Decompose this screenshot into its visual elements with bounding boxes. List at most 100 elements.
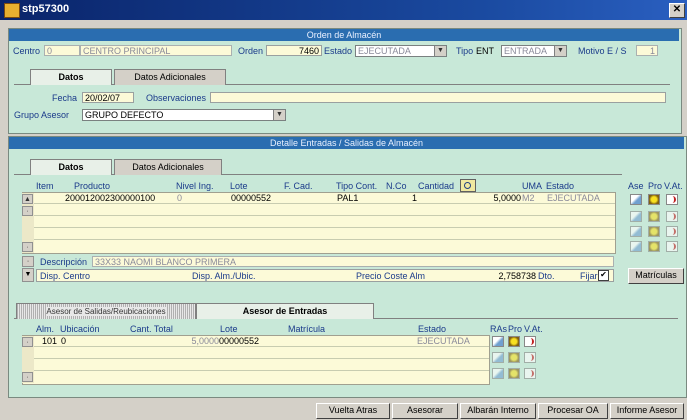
col-ubicacion: Ubicación (60, 324, 100, 334)
centro-name-field[interactable]: CENTRO PRINCIPAL (80, 45, 232, 56)
motivo-field[interactable]: 1 (636, 45, 658, 56)
cell-lote: 00000552 (231, 193, 272, 203)
cell-alm: 101 (41, 336, 57, 346)
chevron-down-icon[interactable]: ▼ (273, 110, 285, 120)
close-button[interactable]: ✕ (669, 3, 685, 18)
row-selector-current[interactable]: ▼ (22, 268, 34, 282)
centro-code-field[interactable]: 0 (44, 45, 80, 56)
col-estado: Estado (546, 181, 575, 191)
tab-orden-datos[interactable]: Datos (30, 69, 112, 85)
process-gear-icon[interactable] (648, 226, 660, 237)
process-gear-icon[interactable] (648, 211, 660, 222)
matriculas-button[interactable]: Matrículas (628, 268, 684, 284)
col-uma: UMA (522, 181, 542, 191)
tab-asesor-salidas[interactable]: Asesor de Salidas/Reubicaciones (16, 303, 196, 319)
row-selector[interactable]: · (22, 242, 33, 252)
row-selector[interactable]: · (22, 206, 33, 216)
undo-arrow-icon[interactable] (524, 336, 536, 347)
fijar-checkbox[interactable]: ✔ (598, 270, 609, 281)
row-selector[interactable]: · (22, 256, 34, 267)
process-gear-icon[interactable] (648, 194, 660, 205)
asesor-icon[interactable] (630, 194, 642, 205)
asesor-icon[interactable] (630, 241, 642, 252)
tipo-code: ENT (476, 46, 494, 56)
process-gear-icon[interactable] (508, 336, 520, 347)
detalle-grid: 20 0012002300000100 0 00000552 PAL1 1 5,… (22, 192, 616, 254)
cell-ubicacion: 0 (61, 336, 67, 346)
col-ase: Ase (628, 181, 644, 191)
chevron-down-icon[interactable]: ▼ (434, 46, 446, 56)
vuelta-atras-button[interactable]: Vuelta Atras (316, 403, 390, 419)
col-lote: Lote (230, 181, 248, 191)
tab-detalle-datos-adicionales[interactable]: Datos Adicionales (114, 159, 222, 175)
row-selector[interactable]: · (22, 337, 33, 347)
tab-asesor-entradas[interactable]: Asesor de Entradas (196, 303, 374, 319)
table-row[interactable] (23, 241, 615, 252)
cell-cant-total: 5,0000 (191, 336, 219, 346)
grupo-asesor-label: Grupo Asesor (14, 110, 70, 120)
row-selector[interactable]: · (22, 372, 33, 382)
col-ras: RAs (490, 324, 508, 334)
app-icon (4, 3, 20, 18)
tab-orden-datos-adicionales[interactable]: Datos Adicionales (114, 69, 226, 85)
col-fcad: F. Cad. (284, 181, 313, 191)
table-row[interactable]: 101 0 5,0000 00000552 EJECUTADA (23, 336, 489, 347)
chevron-down-icon[interactable]: ▼ (554, 46, 566, 56)
cell-producto: 0012002300000100 (75, 193, 156, 203)
table-row[interactable] (23, 348, 489, 359)
process-gear-icon[interactable] (508, 352, 520, 363)
procesar-oa-button[interactable]: Procesar OA (538, 403, 608, 419)
undo-arrow-icon[interactable] (524, 352, 536, 363)
asesor-icon[interactable] (630, 226, 642, 237)
col-nivel: Nivel Ing. (176, 181, 214, 191)
undo-arrow-icon[interactable] (524, 368, 536, 379)
cell-uma: M2 (522, 193, 535, 203)
cell-cantidad: 5,0000 (493, 193, 521, 203)
asesor-icon[interactable] (492, 336, 504, 347)
orden-label: Orden (238, 46, 264, 56)
grupo-asesor-value: GRUPO DEFECTO (85, 110, 164, 120)
informe-asesor-button[interactable]: Informe Asesor (610, 403, 684, 419)
asesor-icon[interactable] (492, 368, 504, 379)
table-row[interactable]: 20 0012002300000100 0 00000552 PAL1 1 5,… (23, 193, 615, 204)
tab-detalle-datos[interactable]: Datos (30, 159, 112, 175)
disp-alm-label: Disp. Alm./Ubic. (192, 271, 256, 281)
estado-combo[interactable]: EJECUTADA ▼ (355, 45, 447, 57)
table-row[interactable] (23, 372, 489, 383)
albaran-interno-button[interactable]: Albarán Interno (460, 403, 536, 419)
grupo-asesor-combo[interactable]: GRUPO DEFECTO ▼ (82, 109, 286, 121)
row-selector-current[interactable]: ▲ (22, 194, 33, 204)
asesor-icon[interactable] (630, 211, 642, 222)
search-icon[interactable] (460, 179, 476, 192)
estado-label: Estado (324, 46, 353, 56)
fecha-field[interactable]: 20/02/07 (82, 92, 134, 103)
disp-centro-label: Disp. Centro (40, 271, 91, 281)
col-estado: Estado (418, 324, 447, 334)
table-row[interactable] (23, 217, 615, 228)
cell-tipocont: PAL1 (337, 193, 359, 203)
estado-value: EJECUTADA (358, 46, 411, 56)
table-row[interactable] (23, 205, 615, 216)
asesor-row-selectors: · · (22, 336, 34, 383)
undo-arrow-icon[interactable] (666, 211, 678, 222)
process-gear-icon[interactable] (648, 241, 660, 252)
detalle-row-selectors: ▲ · · (22, 193, 34, 253)
cell-matricula (289, 336, 409, 347)
table-row[interactable] (23, 360, 489, 371)
orden-header: Orden de Almacén (9, 29, 679, 41)
asesorar-button[interactable]: Asesorar (392, 403, 458, 419)
descripcion-field[interactable]: 33X33 NAOMI BLANCO PRIMERA (92, 256, 614, 267)
tipo-label: Tipo (456, 46, 474, 56)
undo-arrow-icon[interactable] (666, 241, 678, 252)
asesor-grid: 101 0 5,0000 00000552 EJECUTADA (22, 335, 490, 385)
tipo-combo[interactable]: ENTRADA ▼ (501, 45, 567, 57)
table-row[interactable] (23, 229, 615, 240)
asesor-icon[interactable] (492, 352, 504, 363)
observaciones-field[interactable] (210, 92, 666, 103)
title-bar: stp57300 ✕ (0, 0, 687, 20)
undo-arrow-icon[interactable] (666, 226, 678, 237)
orden-field[interactable]: 7460 (266, 45, 322, 56)
undo-arrow-icon[interactable] (666, 194, 678, 205)
col-vat: V.At. (524, 324, 543, 334)
process-gear-icon[interactable] (508, 368, 520, 379)
